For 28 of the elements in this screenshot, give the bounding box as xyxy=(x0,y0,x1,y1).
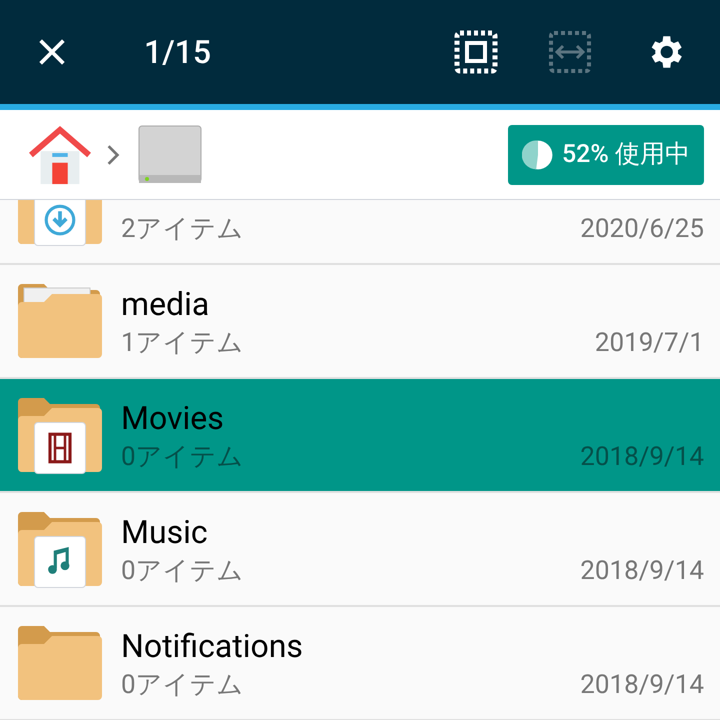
select-all-icon xyxy=(454,30,498,74)
folder-row[interactable]: 2アイテム 2020/6/25 xyxy=(0,200,720,265)
folder-name: media xyxy=(121,284,210,324)
folder-name: Movies xyxy=(121,398,225,438)
storage-usage-text: 52% 使用中 xyxy=(562,138,690,171)
film-icon xyxy=(34,422,86,474)
chevron-icon xyxy=(106,144,120,166)
modified-date: 2019/7/1 xyxy=(594,328,704,358)
item-count: 2アイテム xyxy=(121,214,244,244)
storage-badge[interactable]: 52% 使用中 xyxy=(508,124,704,184)
modified-date: 2018/9/14 xyxy=(580,442,704,472)
item-count: 0アイテム xyxy=(121,670,244,700)
folder-row[interactable]: Movies 0アイテム 2018/9/14 xyxy=(0,379,720,493)
modified-date: 2018/9/14 xyxy=(580,670,704,700)
item-count: 1アイテム xyxy=(121,328,244,358)
usage-pie-icon xyxy=(522,138,554,170)
item-count: 0アイテム xyxy=(121,556,244,586)
select-range-icon xyxy=(548,30,592,74)
select-range-button[interactable] xyxy=(548,30,592,74)
modified-date: 2018/9/14 xyxy=(580,556,704,586)
page-counter: 1/15 xyxy=(144,32,212,73)
home-icon[interactable] xyxy=(28,124,92,186)
folder-name: Music xyxy=(121,512,209,552)
music-icon xyxy=(34,536,86,588)
folder-name: Notifications xyxy=(121,626,304,666)
item-count: 0アイテム xyxy=(121,442,244,472)
modified-date: 2020/6/25 xyxy=(580,214,704,244)
select-all-button[interactable] xyxy=(454,30,498,74)
